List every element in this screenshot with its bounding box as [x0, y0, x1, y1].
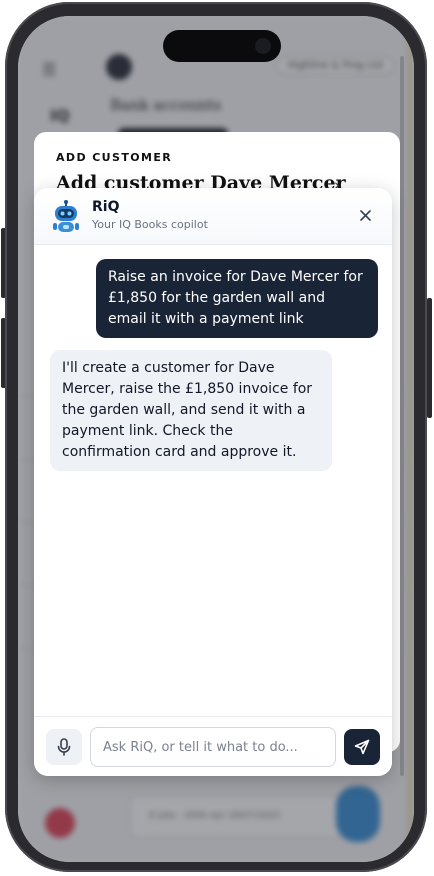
phone-frame: ☰ Highline & Frog Ltd IQ Bank accounts 8… [5, 2, 427, 872]
microphone-icon [57, 738, 71, 756]
chat-header: RiQ Your IQ Books copilot [34, 188, 392, 245]
close-button[interactable] [356, 206, 374, 224]
power-button [427, 298, 432, 418]
chat-subtitle: Your IQ Books copilot [92, 218, 208, 231]
assistant-message: I'll create a customer for Dave Mercer, … [50, 350, 332, 471]
dynamic-island [163, 30, 281, 62]
riq-chat-panel: RiQ Your IQ Books copilot Raise an invoi… [34, 188, 392, 776]
send-button[interactable] [344, 729, 380, 765]
phone-screen: ☰ Highline & Frog Ltd IQ Bank accounts 8… [18, 16, 414, 862]
robot-icon [53, 200, 79, 232]
chat-composer [34, 716, 392, 776]
camera-dot [255, 38, 271, 54]
send-icon [354, 739, 370, 755]
chat-messages: Raise an invoice for Dave Mercer for £1,… [34, 245, 392, 715]
chat-title: RiQ [92, 199, 120, 215]
chat-input[interactable] [90, 727, 336, 767]
microphone-button[interactable] [46, 729, 82, 765]
sheet-eyebrow: ADD CUSTOMER [56, 151, 173, 164]
user-message: Raise an invoice for Dave Mercer for £1,… [96, 259, 378, 338]
close-icon [359, 209, 371, 221]
